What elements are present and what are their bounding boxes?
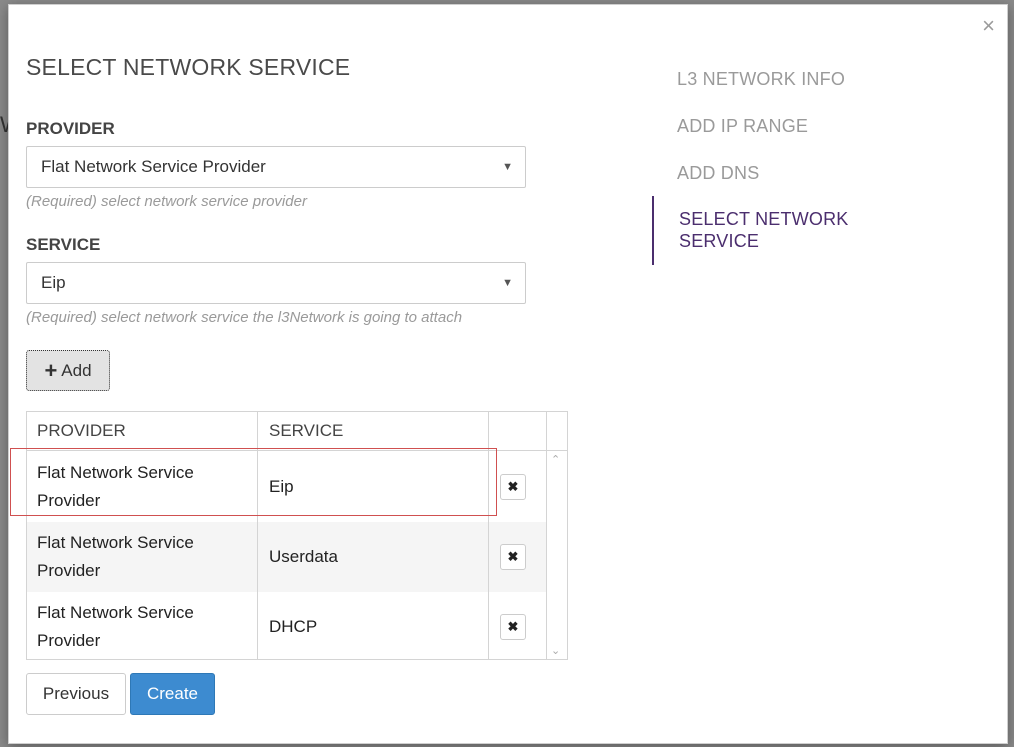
delete-button[interactable]: ✖ xyxy=(500,544,526,570)
service-label: SERVICE xyxy=(26,235,101,254)
close-icon: ✖ xyxy=(507,479,519,494)
service-select[interactable]: Eip ▼ xyxy=(26,262,526,304)
provider-cell-line: Flat Network Service xyxy=(37,463,194,482)
provider-cell-line: Flat Network Service xyxy=(37,533,194,552)
service-cell: Userdata xyxy=(269,547,338,566)
chevron-down-icon: ▼ xyxy=(502,161,513,173)
delete-button[interactable]: ✖ xyxy=(500,614,526,640)
close-icon: ✖ xyxy=(507,619,519,634)
provider-cell-line: Flat Network Service xyxy=(37,603,194,622)
create-button[interactable]: Create xyxy=(130,673,215,715)
service-select-value: Eip xyxy=(41,273,66,292)
step-add-dns[interactable]: ADD DNS xyxy=(677,163,759,184)
provider-select[interactable]: Flat Network Service Provider ▼ xyxy=(26,146,526,188)
table-row: Flat Network Service Provider Eip ✖ xyxy=(27,452,547,522)
table-row: Flat Network Service Provider DHCP ✖ xyxy=(27,592,547,662)
select-network-service-dialog: × SELECT NETWORK SERVICE PROVIDER Flat N… xyxy=(8,4,1008,744)
service-cell: DHCP xyxy=(269,617,318,636)
step-l3-network-info[interactable]: L3 NETWORK INFO xyxy=(677,69,845,90)
step-label-line: SELECT NETWORK xyxy=(679,209,849,229)
table-header: PROVIDER SERVICE xyxy=(27,412,567,451)
table-scrollbar[interactable]: ⌃ ⌄ xyxy=(547,451,567,659)
active-step-indicator xyxy=(652,196,654,265)
service-help-text: (Required) select network service the l3… xyxy=(26,309,463,326)
provider-select-value: Flat Network Service Provider xyxy=(41,157,266,176)
provider-cell: Flat Network Service Provider xyxy=(37,459,237,515)
provider-cell: Flat Network Service Provider xyxy=(37,529,237,585)
step-label-line: SERVICE xyxy=(679,231,760,251)
add-button-label: Add xyxy=(61,360,92,380)
column-divider xyxy=(257,412,258,659)
service-cell: Eip xyxy=(269,477,294,496)
provider-label: PROVIDER xyxy=(26,119,115,138)
page-title: SELECT NETWORK SERVICE xyxy=(26,54,351,80)
step-add-ip-range[interactable]: ADD IP RANGE xyxy=(677,116,808,137)
provider-cell: Flat Network Service Provider xyxy=(37,599,237,655)
provider-help-text: (Required) select network service provid… xyxy=(26,193,307,210)
column-divider xyxy=(488,412,489,659)
close-icon[interactable]: × xyxy=(982,15,995,37)
column-header-service: SERVICE xyxy=(269,421,344,440)
previous-button[interactable]: Previous xyxy=(26,673,126,715)
delete-button[interactable]: ✖ xyxy=(500,474,526,500)
table-row: Flat Network Service Provider Userdata ✖ xyxy=(27,522,547,592)
provider-cell-line: Provider xyxy=(37,491,101,510)
chevron-down-icon: ▼ xyxy=(502,277,513,289)
provider-cell-line: Provider xyxy=(37,631,101,650)
chevron-down-icon: ⌄ xyxy=(551,645,561,657)
provider-cell-line: Provider xyxy=(37,561,101,580)
add-button[interactable]: + Add xyxy=(26,350,110,391)
network-service-table: PROVIDER SERVICE Flat Network Service Pr… xyxy=(26,411,568,660)
close-icon: ✖ xyxy=(507,549,519,564)
chevron-up-icon: ⌃ xyxy=(551,454,561,466)
plus-icon: + xyxy=(44,357,58,383)
step-select-network-service[interactable]: SELECT NETWORK SERVICE xyxy=(679,208,849,252)
column-header-provider: PROVIDER xyxy=(37,421,126,440)
